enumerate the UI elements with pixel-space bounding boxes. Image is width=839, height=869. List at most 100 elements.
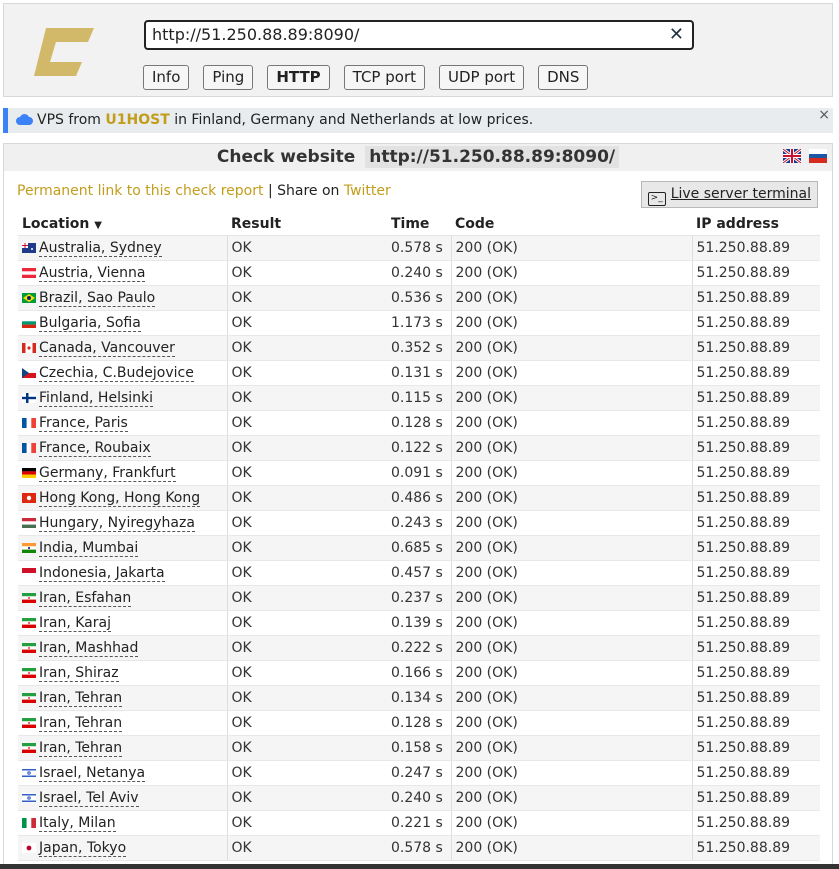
result-cell: OK (227, 585, 387, 611)
location-cell: Iran, Esfahan (18, 585, 228, 611)
location-link[interactable]: India, Mumbai (39, 540, 139, 557)
location-link[interactable]: Iran, Esfahan (39, 590, 132, 607)
location-link[interactable]: Italy, Milan (39, 815, 116, 832)
location-cell: Austria, Vienna (18, 260, 228, 286)
time-cell: 0.222 s (387, 635, 452, 661)
location-link[interactable]: Canada, Vancouver (39, 340, 175, 357)
ir-flag-icon (22, 716, 36, 728)
check-button-http[interactable]: HTTP (267, 65, 330, 90)
il-flag-icon (22, 791, 36, 803)
code-cell: 200 (OK) (451, 460, 693, 486)
location-cell: Iran, Shiraz (18, 660, 228, 686)
location-cell: Iran, Mashhad (18, 635, 228, 661)
location-link[interactable]: Hong Kong, Hong Kong (39, 490, 201, 507)
location-link[interactable]: Czechia, C.Budejovice (39, 365, 194, 382)
table-header-row: Location ▼ Result Time Code IP address (18, 212, 820, 236)
location-link[interactable]: Iran, Tehran (39, 715, 123, 732)
promo-close-icon[interactable]: × (818, 103, 830, 128)
location-link[interactable]: Iran, Karaj (39, 615, 111, 632)
location-cell: Iran, Tehran (18, 710, 228, 736)
location-cell: Hungary, Nyiregyhaza (18, 510, 228, 536)
table-row: India, Mumbai OK 0.685 s 200 (OK) 51.250.88.… (18, 535, 820, 561)
ca-flag-icon (22, 341, 36, 353)
location-cell: Japan, Tokyo (18, 835, 228, 861)
code-cell: 200 (OK) (451, 810, 693, 836)
location-link[interactable]: Japan, Tokyo (39, 840, 127, 857)
hk-flag-icon (22, 491, 36, 503)
time-cell: 0.139 s (387, 610, 452, 636)
ip-cell: 51.250.88.89 (692, 535, 820, 561)
code-cell: 200 (OK) (451, 785, 693, 811)
permalink-link[interactable]: Permanent link to this check report (17, 183, 264, 199)
time-cell: 0.122 s (387, 435, 452, 461)
table-row: Canada, Vancouver OK 0.352 s 200 (OK) 51.250… (18, 335, 820, 361)
location-link[interactable]: Germany, Frankfurt (39, 465, 176, 482)
check-button-ping[interactable]: Ping (203, 65, 254, 90)
result-cell: OK (227, 460, 387, 486)
location-link[interactable]: Australia, Sydney (39, 240, 162, 257)
location-link[interactable]: Bulgaria, Sofia (39, 315, 141, 332)
column-location[interactable]: Location ▼ (18, 212, 227, 236)
result-cell: OK (227, 360, 387, 386)
russian-flag-icon[interactable] (809, 149, 827, 163)
check-type-buttons: Info Ping HTTP TCP port UDP port DNS (143, 65, 602, 90)
location-cell: Italy, Milan (18, 810, 228, 836)
check-button-tcp-port[interactable]: TCP port (343, 65, 425, 90)
code-cell: 200 (OK) (451, 435, 693, 461)
check-button-dns[interactable]: DNS (538, 65, 589, 90)
location-link[interactable]: Hungary, Nyiregyhaza (39, 515, 195, 532)
location-link[interactable]: Israel, Netanya (39, 765, 146, 782)
location-link[interactable]: Iran, Tehran (39, 690, 123, 707)
english-flag-icon[interactable] (781, 147, 802, 165)
code-cell: 200 (OK) (451, 385, 693, 411)
de-flag-icon (22, 466, 36, 478)
table-row: Austria, Vienna OK 0.240 s 200 (OK) 51.250.8… (18, 260, 820, 286)
ip-cell: 51.250.88.89 (692, 685, 820, 711)
location-link[interactable]: Brazil, Sao Paulo (39, 290, 156, 307)
result-cell: OK (227, 785, 387, 811)
table-row: Hong Kong, Hong Kong OK 0.486 s 200 (OK) 51.… (18, 485, 820, 511)
check-button-udp-port[interactable]: UDP port (439, 65, 525, 90)
ip-cell: 51.250.88.89 (692, 460, 820, 486)
column-result: Result (227, 212, 387, 236)
in-flag-icon (22, 541, 36, 553)
code-cell: 200 (OK) (451, 285, 693, 311)
close-icon[interactable]: ✕ (669, 22, 684, 48)
fr-flag-icon (22, 441, 36, 453)
time-cell: 0.243 s (387, 510, 452, 536)
ip-cell: 51.250.88.89 (692, 810, 820, 836)
ip-cell: 51.250.88.89 (692, 310, 820, 336)
table-row: Indonesia, Jakarta OK 0.457 s 200 (OK) 51.25… (18, 560, 820, 586)
ir-flag-icon (22, 641, 36, 653)
location-link[interactable]: Indonesia, Jakarta (39, 565, 165, 582)
location-cell: Hong Kong, Hong Kong (18, 485, 228, 511)
twitter-link[interactable]: Twitter (344, 183, 391, 199)
location-link[interactable]: France, Paris (39, 415, 128, 432)
live-terminal-button[interactable]: >_ Live server terminal (640, 181, 818, 208)
result-panel: Check website http://51.250.88.89:8090/ … (3, 143, 833, 869)
location-link[interactable]: Israel, Tel Aviv (39, 790, 139, 807)
ip-cell: 51.250.88.89 (692, 585, 820, 611)
location-link[interactable]: France, Roubaix (39, 440, 151, 457)
location-link[interactable]: Finland, Helsinki (39, 390, 154, 407)
at-flag-icon (22, 266, 36, 278)
table-row: Finland, Helsinki OK 0.115 s 200 (OK) 51.250… (18, 385, 820, 411)
time-cell: 0.240 s (387, 260, 452, 286)
location-cell: Iran, Tehran (18, 685, 228, 711)
code-cell: 200 (OK) (451, 310, 693, 336)
ip-cell: 51.250.88.89 (692, 835, 820, 861)
location-cell: Israel, Tel Aviv (18, 785, 228, 811)
location-link[interactable]: Iran, Mashhad (39, 640, 139, 657)
url-input[interactable]: http://51.250.88.89:8090/ ✕ (144, 20, 694, 50)
check-button-info[interactable]: Info (143, 65, 190, 90)
sort-down-icon[interactable]: ▼ (94, 220, 102, 231)
promo-brand-link[interactable]: U1HOST (105, 112, 169, 128)
location-link[interactable]: Austria, Vienna (39, 265, 146, 282)
site-logo[interactable] (32, 24, 96, 80)
result-cell: OK (227, 760, 387, 786)
location-link[interactable]: Iran, Shiraz (39, 665, 119, 682)
code-cell: 200 (OK) (451, 585, 693, 611)
promo-prefix: VPS from (37, 112, 106, 128)
location-cell: Iran, Karaj (18, 610, 228, 636)
location-link[interactable]: Iran, Tehran (39, 740, 123, 757)
